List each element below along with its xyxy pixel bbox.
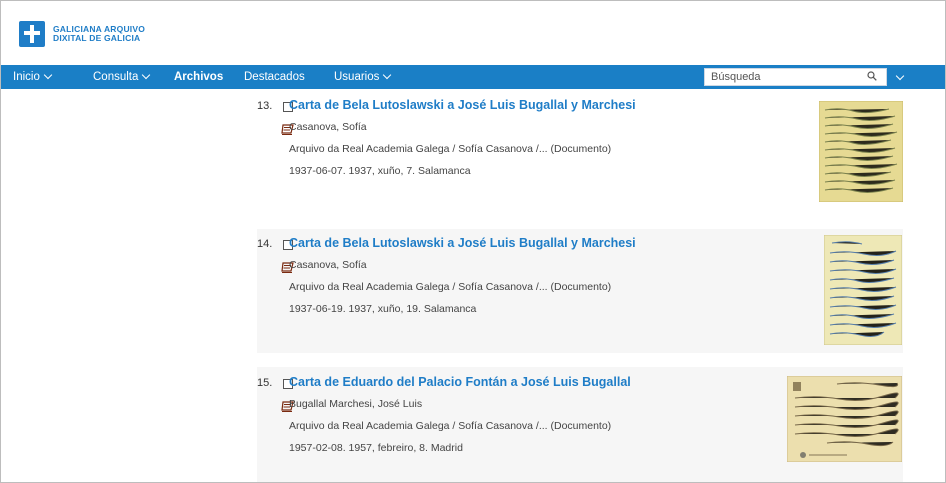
result-thumbnail[interactable] — [787, 376, 902, 462]
result-title-link[interactable]: Carta de Bela Lutoslawski a José Luis Bu… — [289, 98, 636, 112]
letter-image — [824, 235, 902, 345]
result-item: 13. Carta de Bela Lutoslawski a José Lui… — [257, 98, 903, 208]
nav-item-usuarios[interactable]: Usuarios — [334, 65, 392, 89]
site-header: GALICIANA ARQUIVO DIXITAL DE GALICIA — [1, 1, 945, 65]
nav-item-destacados[interactable]: Destacados — [244, 65, 305, 89]
nav-item-consulta[interactable]: Consulta — [93, 65, 151, 89]
main-navbar: Inicio Consulta Archivos Destacados Usua… — [1, 65, 945, 89]
letter-image — [819, 101, 903, 202]
chevron-down-icon — [43, 70, 53, 80]
result-date: 1937-06-19. 1937, xuño, 19. Salamanca — [289, 303, 477, 315]
nav-item-label: Archivos — [174, 71, 224, 83]
result-source: Arquivo da Real Academia Galega / Sofía … — [289, 420, 612, 432]
search-input[interactable] — [704, 68, 887, 86]
site-logo[interactable]: GALICIANA ARQUIVO DIXITAL DE GALICIA — [19, 21, 145, 47]
search-options-dropdown[interactable] — [891, 65, 909, 89]
logo-line-2: DIXITAL DE GALICIA — [53, 33, 141, 43]
result-title-link[interactable]: Carta de Eduardo del Palacio Fontán a Jo… — [289, 375, 631, 389]
letter-image — [787, 376, 902, 462]
result-item: 14. Carta de Bela Lutoslawski a José Lui… — [257, 229, 903, 353]
nav-item-label: Usuarios — [334, 71, 380, 83]
nav-item-archivos[interactable]: Archivos — [174, 65, 223, 89]
result-number: 14. — [257, 238, 273, 250]
nav-item-label: Destacados — [244, 71, 305, 83]
result-title-link[interactable]: Carta de Bela Lutoslawski a José Luis Bu… — [289, 236, 636, 250]
result-author: Casanova, Sofía — [289, 121, 367, 133]
result-source: Arquivo da Real Academia Galega / Sofía … — [289, 281, 612, 293]
chevron-down-icon — [383, 70, 392, 80]
app-frame: GALICIANA ARQUIVO DIXITAL DE GALICIA Ini… — [0, 0, 946, 483]
logo-text: GALICIANA ARQUIVO DIXITAL DE GALICIA — [53, 25, 145, 43]
galicia-logo-icon — [19, 21, 45, 47]
result-thumbnail[interactable] — [819, 101, 903, 202]
result-item: 15. Carta de Eduardo del Palacio Fontán … — [257, 367, 903, 482]
result-author: Bugallal Marchesi, José Luis — [289, 398, 423, 410]
result-source: Arquivo da Real Academia Galega / Sofía … — [289, 143, 612, 155]
nav-item-label: Inicio — [13, 71, 40, 83]
chevron-down-icon — [142, 70, 151, 80]
result-date: 1937-06-07. 1937, xuño, 7. Salamanca — [289, 165, 471, 177]
result-number: 13. — [257, 100, 273, 112]
result-date: 1957-02-08. 1957, febreiro, 8. Madrid — [289, 442, 463, 454]
result-thumbnail[interactable] — [824, 235, 902, 345]
result-number: 15. — [257, 377, 273, 389]
nav-item-inicio[interactable]: Inicio — [13, 65, 53, 89]
chevron-down-icon — [895, 71, 905, 80]
nav-item-label: Consulta — [93, 71, 139, 83]
search-icon[interactable] — [867, 71, 877, 81]
result-author: Casanova, Sofía — [289, 259, 367, 271]
